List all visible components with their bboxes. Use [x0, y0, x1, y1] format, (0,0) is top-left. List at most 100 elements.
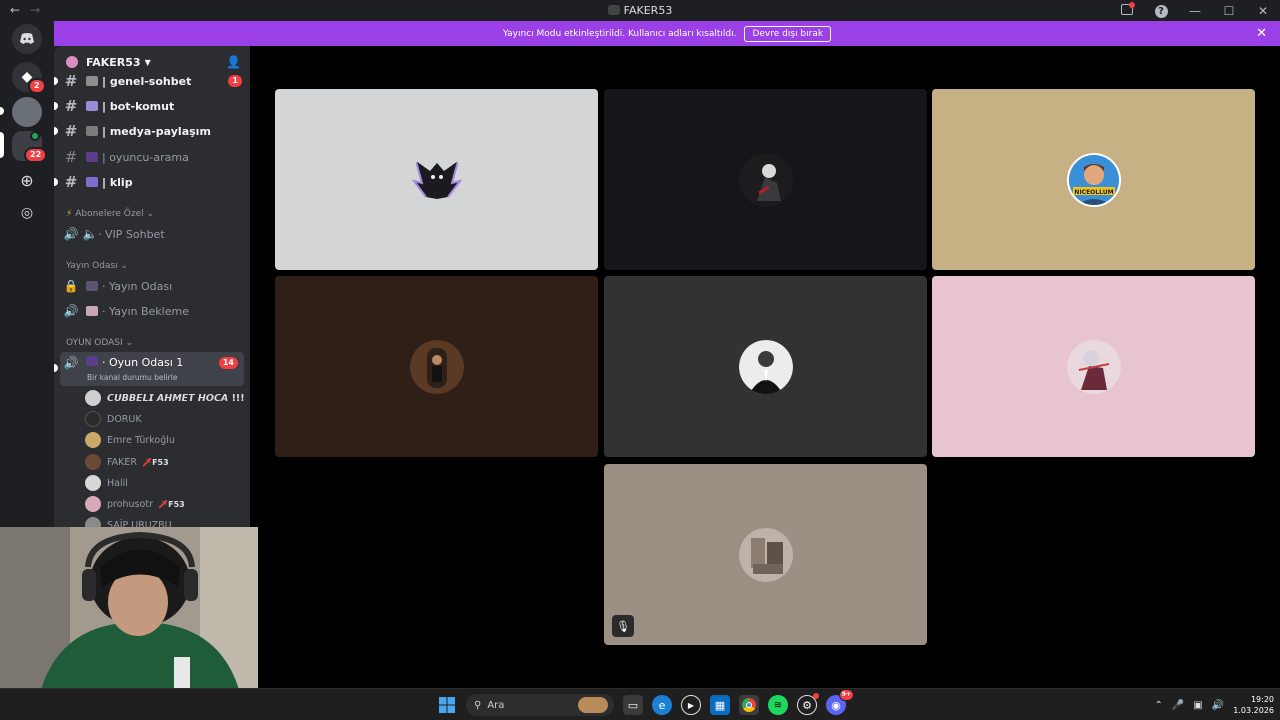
media-player-icon[interactable]: ▶ [681, 695, 701, 715]
start-button[interactable] [437, 695, 457, 715]
category-yayin-odasi[interactable]: Yayın Odası ⌄ [66, 261, 128, 271]
avatar [85, 475, 101, 491]
voice-user[interactable]: Emre Türkoğlu [85, 430, 175, 450]
window-controls: ? — ☐ ✕ [1110, 0, 1280, 21]
voice-channel-vip[interactable]: 🔊 🔈 · VIP Sohbet [60, 223, 244, 245]
network-icon[interactable]: ▣ [1193, 700, 1202, 711]
sword-icon: 🗡 [157, 499, 169, 509]
server-badge: 22 [24, 147, 48, 163]
channel-medya-paylasim[interactable]: # | medya-paylaşım [54, 120, 244, 142]
taskbar-search[interactable]: ⚲ Ara [466, 694, 614, 716]
channel-emoji-icon [86, 306, 98, 316]
avatar [85, 432, 101, 448]
server-faker53[interactable]: 22 [12, 131, 48, 163]
inbox-icon [1121, 1, 1135, 15]
speaker-icon: 🔊 [63, 304, 79, 318]
role-tag: 🗡F53 [157, 499, 185, 509]
windows-logo-icon [439, 697, 455, 713]
sword-icon: 🗡 [141, 457, 153, 467]
mirror-selfie-avatar-icon [409, 339, 464, 394]
help-button[interactable]: ? [1144, 3, 1178, 18]
server-emblem-icon [66, 56, 78, 68]
participant-avatar [409, 339, 464, 394]
voice-user[interactable]: prohusotr 🗡F53 [85, 494, 185, 514]
voice-user[interactable]: Halil [85, 473, 128, 493]
channel-emoji-icon [86, 356, 98, 366]
role-tag: 🗡F53 [141, 457, 169, 467]
person-avatar-icon: NICEOLLUM [1068, 154, 1119, 205]
voice-channel-yayin-odasi[interactable]: 🔒 · Yayın Odası [60, 275, 244, 297]
participant-tile[interactable] [275, 89, 598, 270]
voice-channel-oyun-odasi-1[interactable]: 🔊 · Oyun Odası 1 14 Bir kanal durumu bel… [54, 352, 244, 386]
participant-avatar: NICEOLLUM [1066, 152, 1121, 207]
hash-icon: # [64, 122, 78, 140]
participant-tile[interactable] [932, 276, 1255, 457]
discover-icon[interactable]: ◎ [12, 198, 42, 228]
title-bar: ← → FAKER53 ? — ☐ ✕ [0, 0, 1280, 21]
channel-emoji-icon [86, 76, 98, 86]
volume-icon[interactable]: 🔊 [1212, 700, 1224, 711]
channel-emoji-icon [86, 281, 98, 291]
home-button[interactable] [12, 24, 42, 54]
hash-icon: # [64, 72, 78, 90]
avatar [85, 411, 101, 427]
taskbar-apps: ⚲ Ara ▭ e ▶ ▦ ≋ ⚙ ◉ 9+ [437, 689, 854, 716]
hash-icon: # [64, 97, 78, 115]
robot-emoji-icon [86, 101, 98, 111]
disable-streamer-mode-button[interactable]: Devre dışı bırak [744, 25, 832, 42]
mention-badge: 1 [228, 75, 242, 87]
add-server-icon[interactable]: ⊕ [12, 165, 42, 195]
speaker-emoji-icon: 🔈 [82, 227, 98, 241]
category-abonelere-ozel[interactable]: ⚡ Abonelere Özel ⌄ [66, 209, 154, 219]
participant-tile[interactable] [604, 276, 927, 457]
participant-tile[interactable] [604, 89, 927, 270]
clip-emoji-icon [86, 177, 98, 187]
chrome-icon[interactable] [739, 695, 759, 715]
store-icon[interactable]: ▦ [710, 695, 730, 715]
server-avatar-1[interactable] [12, 97, 42, 127]
discord-taskbar-icon[interactable]: ◉ 9+ [826, 689, 854, 715]
channel-oyuncu-arama[interactable]: # | oyuncu-arama [60, 146, 244, 168]
discord-window: ← → FAKER53 ? — ☐ ✕ ◆ 2 22 ⊕ ◎ Yayıncı M… [0, 0, 1280, 720]
streamer-webcam-image [0, 527, 258, 693]
voice-channel-yayin-bekleme[interactable]: 🔊 · Yayın Bekleme [60, 300, 244, 322]
anime-violinist-avatar-icon [1066, 339, 1121, 394]
game-emoji-icon [86, 152, 98, 162]
voice-user[interactable]: 𝘾𝙐𝘽𝘽𝙀𝙇𝙄 𝘼𝙃𝙈𝙀𝙏 𝙃𝙊𝘾𝘼 !!! [85, 388, 245, 408]
channel-genel-sohbet[interactable]: # | genel-sohbet 1 [54, 70, 244, 92]
participant-avatar [738, 527, 793, 582]
dm-notification-button[interactable]: ◆ 2 [12, 62, 46, 94]
participant-avatar [738, 152, 793, 207]
maximize-button[interactable]: ☐ [1212, 4, 1246, 18]
category-oyun-odasi[interactable]: OYUN ODASI ⌄ [66, 338, 133, 348]
add-member-icon[interactable]: 👤 [226, 55, 241, 69]
minimize-button[interactable]: — [1178, 4, 1212, 18]
inbox-button[interactable] [1110, 1, 1144, 18]
avatar-label: NICEOLLUM [1074, 189, 1113, 196]
clock[interactable]: 19:20 1.03.2026 [1233, 694, 1274, 716]
speaker-connected-icon: 🔊 [63, 356, 79, 370]
participant-tile[interactable]: NICEOLLUM [932, 89, 1255, 270]
voice-user[interactable]: FAKER 🗡F53 [85, 452, 169, 472]
voice-user[interactable]: DORUK [85, 409, 142, 429]
participant-tile[interactable] [275, 276, 598, 457]
microphone-icon[interactable]: 🎤 [1172, 700, 1184, 711]
voice-indicator-icon [30, 131, 40, 141]
task-view-icon[interactable]: ▭ [623, 695, 643, 715]
close-window-button[interactable]: ✕ [1246, 4, 1280, 18]
channel-klip[interactable]: # | klip [54, 171, 244, 193]
participant-tile[interactable]: 🎙 [604, 464, 927, 645]
room-photo-avatar-icon [738, 527, 793, 582]
channel-bot-komut[interactable]: # | bot-komut [54, 95, 244, 117]
participant-avatar [1066, 339, 1121, 394]
edge-icon[interactable]: e [652, 695, 672, 715]
spotify-icon[interactable]: ≋ [768, 695, 788, 715]
media-emoji-icon [86, 126, 98, 136]
channel-status-hint[interactable]: Bir kanal durumu belirle [87, 373, 177, 382]
close-banner-icon[interactable]: ✕ [1256, 26, 1267, 41]
hash-icon: # [64, 173, 78, 191]
chevron-up-icon[interactable]: ⌃ [1155, 700, 1163, 711]
hooded-figure-avatar-icon [738, 152, 793, 207]
chevron-down-icon: ▼ [144, 57, 151, 67]
steam-icon[interactable]: ⚙ [797, 693, 819, 715]
